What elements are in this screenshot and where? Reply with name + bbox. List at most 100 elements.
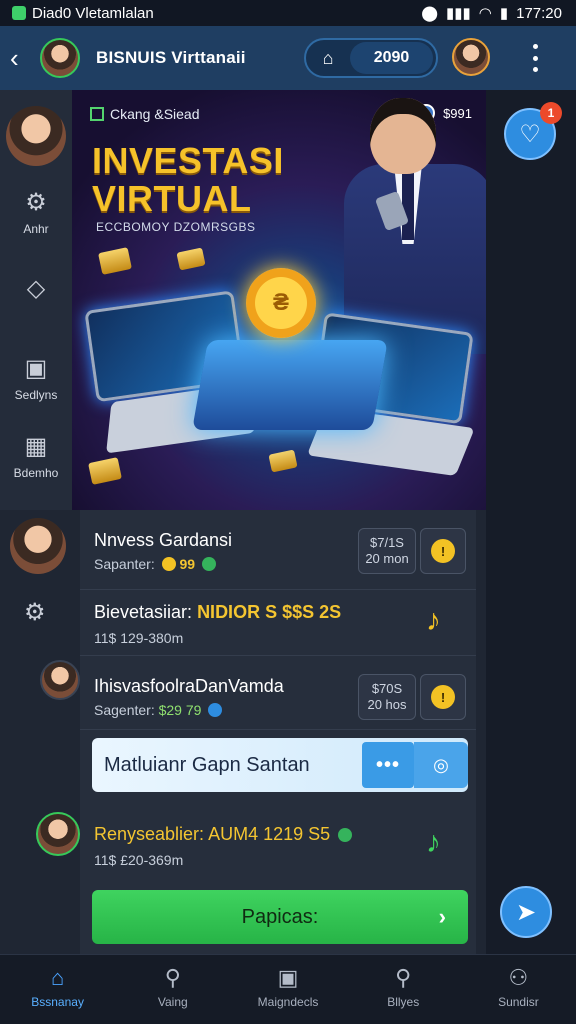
rail-item-tag[interactable]: ◇ xyxy=(0,276,72,308)
rail-item-settings[interactable]: ⚙ Anhr xyxy=(0,189,72,237)
row-sub: Sapanter: 99 xyxy=(94,556,216,572)
app-notification-icon xyxy=(12,6,26,20)
status-time: 177:20 xyxy=(516,4,562,22)
promo-banner[interactable]: Ckang &Siead $991 INVESTASI VIRTUAL ECCB… xyxy=(72,90,488,510)
action-button[interactable]: ! xyxy=(420,674,466,720)
message-input[interactable]: Matluianr Gapn Santan xyxy=(92,754,362,777)
list-item[interactable]: IhisvasfoolraDanVamda Sagenter: $29 79 $… xyxy=(80,656,476,730)
row-sub: 11$ £20-369m xyxy=(94,852,184,868)
inbox-icon: ▣ xyxy=(24,355,48,382)
price-box: $7/1S 20 mon xyxy=(358,528,416,574)
banner-title-line1: INVESTASI xyxy=(92,140,284,181)
list-item[interactable]: Bievetasiiar: NIDIOR S $$S 2S 11$ 129-38… xyxy=(80,590,476,656)
status-bar: Diad0 Vletamlalan ⬤ ▮▮▮ ◠ ▮ 177:20 xyxy=(0,0,576,26)
qr-icon: ▦ xyxy=(24,433,48,460)
coin-icon: ₴ xyxy=(246,268,316,338)
primary-cta-button[interactable]: Papicas: › xyxy=(92,890,468,944)
rail-avatar[interactable] xyxy=(6,106,66,166)
heart-icon: ♡ xyxy=(519,120,541,148)
profile-avatar[interactable] xyxy=(40,38,80,78)
holo-platform xyxy=(192,340,388,430)
feed-area: ⚙ Nnvess Gardansi Sapanter: 99 $7/1S 20 … xyxy=(0,510,486,954)
banner-title-line2: VIRTUAL xyxy=(92,178,252,219)
page-title: BISNUIS Virttanaii xyxy=(96,48,246,67)
feed-avatar[interactable] xyxy=(40,660,80,700)
gold-bar-icon xyxy=(268,449,298,473)
banner-subtitle: ECCBOMOY DZOMRSGBS xyxy=(96,220,256,234)
rail-item-label: Sedlyns xyxy=(14,388,58,402)
list-item[interactable]: Nnvess Gardansi Sapanter: 99 $7/1S 20 mo… xyxy=(80,510,476,590)
banner-badge-text: Ckang &Siead xyxy=(110,106,200,122)
search-icon: ⚲ xyxy=(395,965,412,990)
message-input-row[interactable]: Matluianr Gapn Santan ••• ◎ xyxy=(92,738,468,792)
gold-bar-icon xyxy=(88,457,122,485)
signal-icon: ▮▮▮ xyxy=(445,5,471,22)
status-left: Diad0 Vletamlalan xyxy=(12,5,154,22)
businessman-illustration xyxy=(334,90,488,354)
bottom-nav: ⌂ Bssnanay ⚲ Vaing ▣ Maigndecls ⚲ Bllyes… xyxy=(0,954,576,1024)
balance-pill[interactable]: ⌂ 2090 xyxy=(304,38,438,78)
more-menu-icon[interactable] xyxy=(526,44,544,72)
compass-icon[interactable]: ◎ xyxy=(414,742,468,788)
banner-badge: Ckang &Siead xyxy=(90,106,200,122)
status-app-name: Diad0 Vletamlalan xyxy=(32,4,154,22)
check-icon xyxy=(338,828,353,842)
balance-value: 2090 xyxy=(350,42,433,74)
right-column: ♡ 1 ➤ xyxy=(486,90,576,954)
notification-badge: 1 xyxy=(540,102,562,124)
list-item[interactable]: Renyseablier: AUM4 1219 S5 11$ £20-369m … xyxy=(80,806,476,882)
nav-label: Sundisr xyxy=(498,995,539,1009)
back-arrow-icon[interactable]: ‹ xyxy=(10,45,32,71)
row-title: Renyseablier: AUM4 1219 S5 xyxy=(94,824,353,845)
chevron-right-icon: › xyxy=(438,904,446,929)
nav-item-home[interactable]: ⌂ Bssnanay xyxy=(0,955,115,1024)
music-note-icon[interactable]: ♪ xyxy=(426,826,441,860)
rail-item-inbox[interactable]: ▣ Sedlyns xyxy=(0,355,72,403)
row-title: Nnvess Gardansi xyxy=(94,530,233,550)
action-button[interactable]: ! xyxy=(420,528,466,574)
gold-bar-icon xyxy=(98,247,132,275)
investment-list: Nnvess Gardansi Sapanter: 99 $7/1S 20 mo… xyxy=(80,510,476,954)
gear-icon: ⚙ xyxy=(25,189,47,216)
battery-icon: ▮ xyxy=(499,5,509,22)
home-icon: ⌂ xyxy=(50,965,65,990)
rail-item-qr[interactable]: ▦ Bdemho xyxy=(0,433,72,481)
row-title: IhisvasfoolraDanVamda xyxy=(94,676,284,696)
nav-item-profile[interactable]: ⚇ Sundisr xyxy=(461,955,576,1024)
feed-avatar[interactable] xyxy=(36,812,80,856)
person-icon: ⚇ xyxy=(508,965,529,990)
status-right: ⬤ ▮▮▮ ◠ ▮ 177:20 xyxy=(421,4,562,23)
gold-bar-icon xyxy=(176,247,206,271)
banner-title: INVESTASI VIRTUAL xyxy=(92,142,284,218)
nav-label: Bssnanay xyxy=(31,995,84,1009)
location-icon: ⬤ xyxy=(421,5,438,22)
search-icon: ⚲ xyxy=(164,965,181,990)
tag-icon: ◇ xyxy=(26,275,46,302)
nav-item-search[interactable]: ⚲ Vaing xyxy=(115,955,230,1024)
wifi-icon: ◠ xyxy=(478,5,492,22)
rail-item-label: Anhr xyxy=(23,222,49,236)
favorites-button[interactable]: ♡ 1 xyxy=(504,102,562,160)
price-box: $70S 20 hos xyxy=(358,674,416,720)
music-note-icon[interactable]: ♪ xyxy=(426,604,441,638)
check-icon xyxy=(201,557,216,571)
play-icon: ▣ xyxy=(277,965,299,990)
side-rail: ⚙ Anhr ◇ ▣ Sedlyns ▦ Bdemho xyxy=(0,90,72,510)
nav-item-media[interactable]: ▣ Maigndecls xyxy=(230,955,345,1024)
square-icon xyxy=(90,107,104,121)
wallet-icon: ⌂ xyxy=(322,47,334,68)
feed-avatar[interactable] xyxy=(10,518,66,574)
row-sub: Sagenter: $29 79 xyxy=(94,702,223,718)
coin-icon xyxy=(161,557,176,571)
info-icon xyxy=(208,703,223,717)
account-avatar[interactable] xyxy=(452,38,490,76)
rail-item-label: Bdemho xyxy=(13,466,59,480)
gear-icon[interactable]: ⚙ xyxy=(24,598,46,627)
send-icon: ➤ xyxy=(515,898,537,926)
more-options-button[interactable]: ••• xyxy=(362,742,414,788)
nav-item-explore[interactable]: ⚲ Bllyes xyxy=(346,955,461,1024)
nav-label: Bllyes xyxy=(387,995,420,1009)
cta-label: Papicas: xyxy=(241,905,319,928)
nav-label: Maigndecls xyxy=(257,995,319,1009)
send-button[interactable]: ➤ xyxy=(500,886,552,938)
